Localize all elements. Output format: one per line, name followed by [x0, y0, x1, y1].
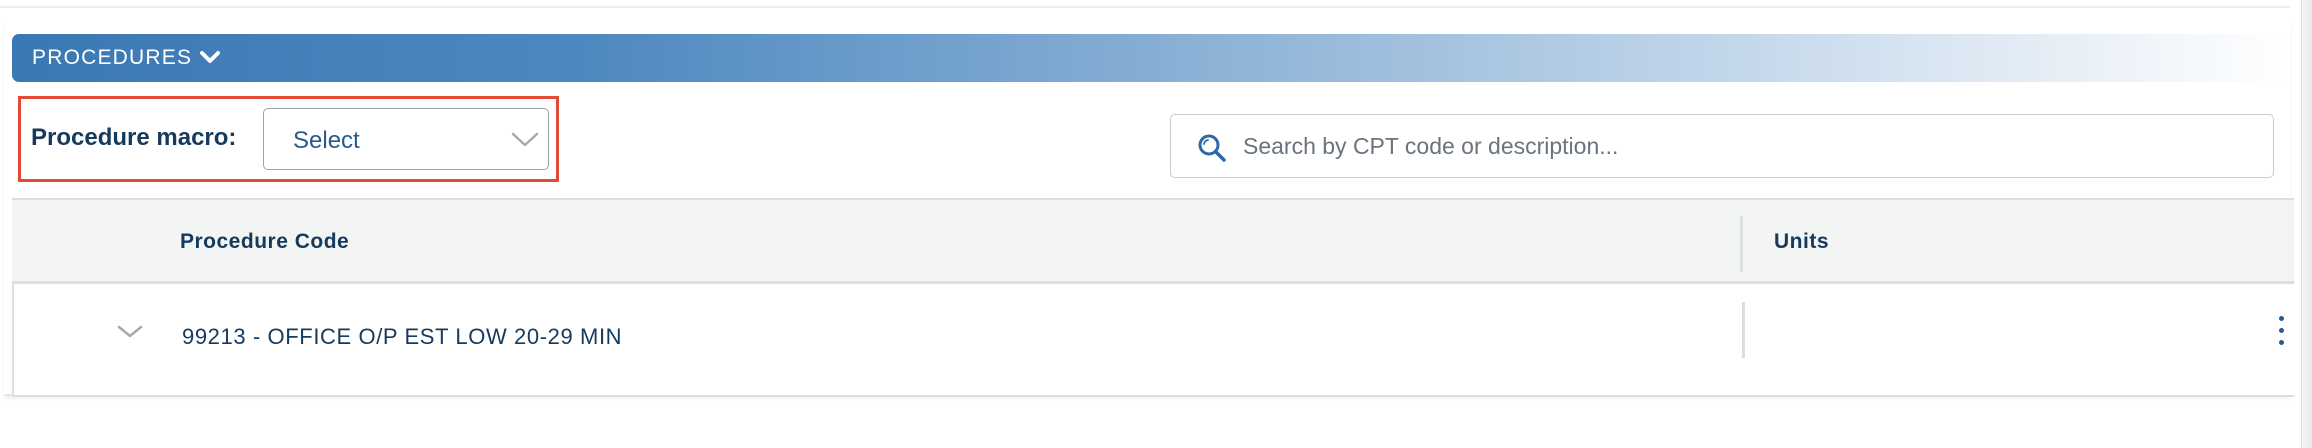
procedures-panel: PROCEDURES Procedure macro: Select Proce…	[4, 22, 2294, 397]
table-header: Procedure Code Units	[12, 198, 2294, 284]
cpt-search-box[interactable]	[1170, 114, 2274, 178]
column-header-units[interactable]: Units	[1774, 230, 1829, 254]
procedure-code-cell: 99213 - OFFICE O/P EST LOW 20-29 MIN	[182, 324, 623, 349]
column-divider	[1742, 302, 1745, 358]
chevron-down-icon[interactable]	[116, 324, 144, 345]
kebab-menu-icon[interactable]	[2272, 314, 2292, 348]
search-icon	[1197, 133, 1227, 168]
procedures-header[interactable]: PROCEDURES	[12, 34, 2290, 82]
column-divider	[1740, 216, 1743, 272]
procedures-table: Procedure Code Units 99213 - OFFICE O/P …	[12, 198, 2294, 397]
table-row: 99213 - OFFICE O/P EST LOW 20-29 MIN	[12, 284, 2294, 397]
cpt-search-input[interactable]	[1241, 123, 2255, 169]
procedures-header-title: PROCEDURES	[32, 46, 193, 69]
procedure-macro-value: Select	[293, 127, 360, 154]
scrollbar-track[interactable]	[2301, 0, 2312, 448]
procedure-macro-select[interactable]: Select	[263, 108, 549, 170]
top-divider	[0, 0, 2290, 8]
column-header-procedure-code[interactable]: Procedure Code	[180, 230, 349, 254]
procedure-macro-group: Procedure macro: Select	[18, 96, 559, 182]
chevron-down-icon	[510, 131, 540, 154]
procedure-macro-label: Procedure macro:	[31, 124, 237, 151]
chevron-down-icon[interactable]	[200, 51, 221, 65]
